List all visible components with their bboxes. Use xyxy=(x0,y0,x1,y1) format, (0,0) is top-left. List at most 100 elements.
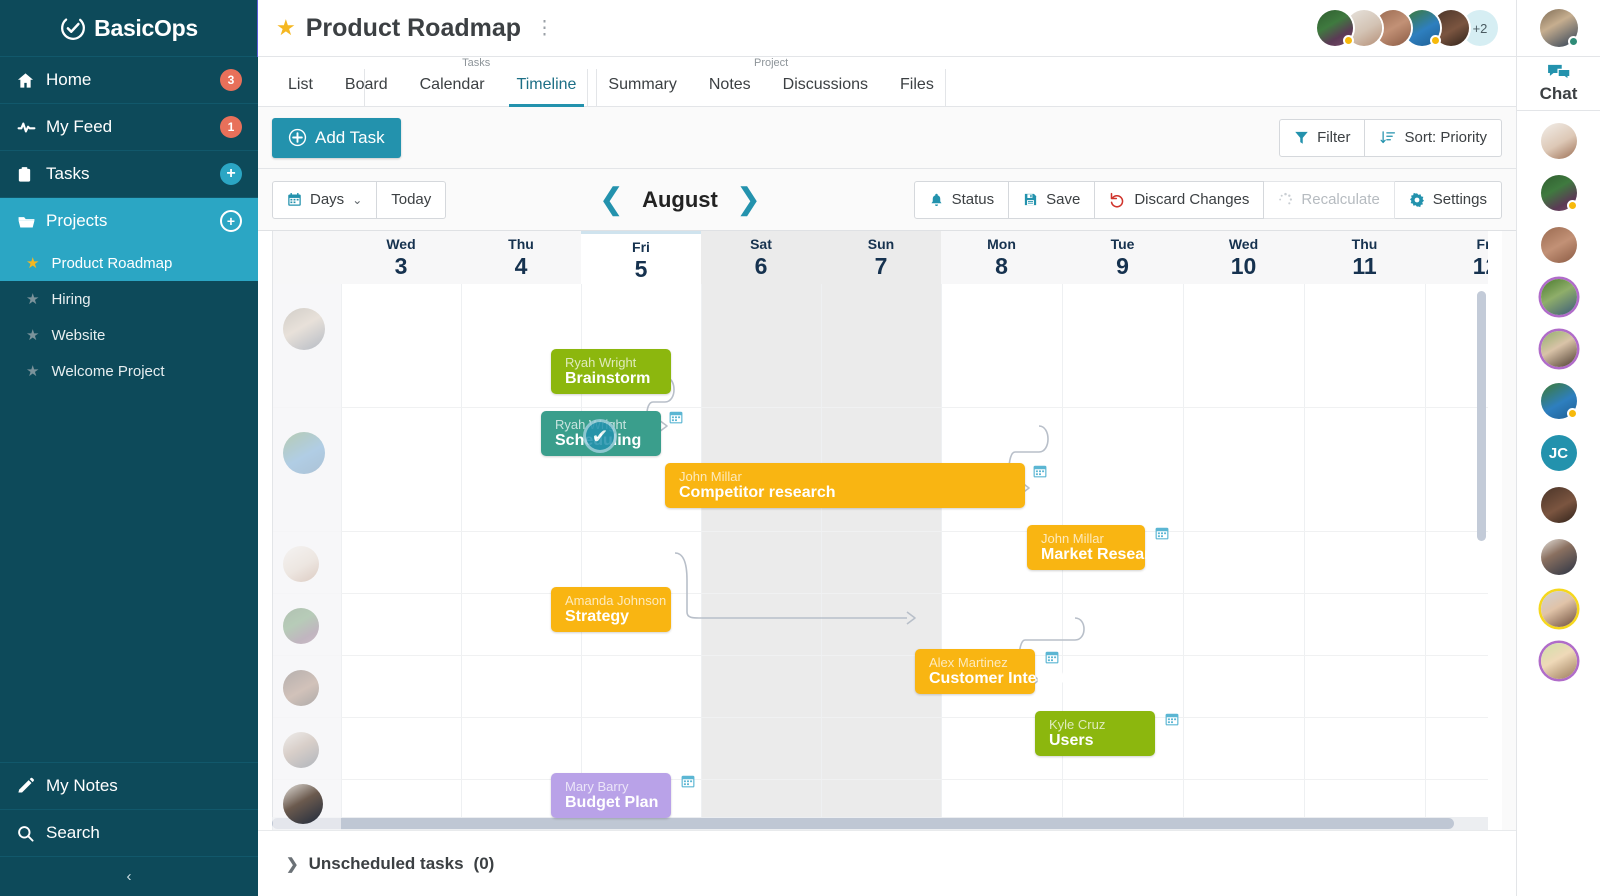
toolbar-right-group: Filter Sort: Priority xyxy=(1279,118,1502,157)
star-outline-icon[interactable]: ★ xyxy=(26,290,39,308)
day-number: 8 xyxy=(995,253,1008,279)
avatar[interactable] xyxy=(1540,643,1577,679)
recalculate-button[interactable]: Recalculate xyxy=(1264,180,1395,219)
date-header-fri-5[interactable]: Fri 5 xyxy=(581,231,701,284)
tab-summary[interactable]: Summary xyxy=(592,64,692,106)
row-avatar[interactable] xyxy=(283,784,323,824)
star-filled-icon[interactable]: ★ xyxy=(276,15,296,41)
sidebar-item-projects[interactable]: Projects + xyxy=(0,198,258,245)
zoom-level-dropdown[interactable]: Days ⌄ xyxy=(272,180,378,219)
calendar-icon[interactable] xyxy=(669,410,683,424)
sort-label: Sort: Priority xyxy=(1404,129,1487,146)
sidebar-item-my-feed[interactable]: My Feed 1 xyxy=(0,104,258,151)
recalculate-label: Recalculate xyxy=(1301,191,1380,208)
sidebar-item-label: Projects xyxy=(46,211,108,230)
sidebar-item-website[interactable]: ★ Website xyxy=(0,317,258,353)
filter-button[interactable]: Filter xyxy=(1279,118,1366,157)
date-header-wed-3[interactable]: Wed 3 xyxy=(341,231,461,284)
sidebar-item-product-roadmap[interactable]: ★ Product Roadmap xyxy=(0,245,258,281)
avatar[interactable] xyxy=(1540,539,1577,575)
sidebar-item-hiring[interactable]: ★ Hiring xyxy=(0,281,258,317)
today-button[interactable]: Today xyxy=(377,180,447,219)
day-of-week: Thu xyxy=(508,236,534,252)
sidebar-item-welcome-project[interactable]: ★ Welcome Project xyxy=(0,353,258,389)
task-title: Market Research xyxy=(1041,546,1170,563)
gantt-vertical-scrollbar[interactable] xyxy=(1477,291,1486,541)
status-dot xyxy=(1567,36,1579,47)
tab-calendar[interactable]: Calendar xyxy=(404,64,501,106)
avatar[interactable] xyxy=(1540,123,1577,159)
task-bar-strategy[interactable]: Amanda Johnson Strategy xyxy=(551,587,671,632)
save-button[interactable]: Save xyxy=(1009,180,1096,219)
unscheduled-tasks-section[interactable]: ❯ Unscheduled tasks (0) xyxy=(258,830,1516,896)
discard-changes-button[interactable]: Discard Changes xyxy=(1095,180,1265,219)
date-header-tue-9[interactable]: Tue 9 xyxy=(1062,231,1183,284)
task-bar-competitor-research[interactable]: John Millar Competitor research xyxy=(665,463,1025,508)
prev-month-button[interactable]: ❮ xyxy=(599,184,624,215)
avatar-initials[interactable]: JC xyxy=(1540,435,1577,471)
zoom-level-label: Days xyxy=(310,191,345,208)
avatar[interactable] xyxy=(1540,383,1578,419)
star-filled-icon[interactable]: ★ xyxy=(26,254,39,272)
tab-notes[interactable]: Notes xyxy=(693,64,767,106)
date-header-mon-8[interactable]: Mon 8 xyxy=(941,231,1062,284)
add-project-button[interactable]: + xyxy=(220,210,242,232)
settings-button[interactable]: Settings xyxy=(1394,180,1502,219)
brand-logo-area[interactable]: BasicOps xyxy=(0,0,258,57)
main-area: ★ Product Roadmap ⋮ +2 Tasks List Board … xyxy=(258,0,1516,896)
avatar[interactable] xyxy=(1540,591,1577,627)
chat-bubbles-icon xyxy=(1547,64,1571,81)
right-rail: Chat JC xyxy=(1516,0,1600,896)
date-header-wed-10[interactable]: Wed 10 xyxy=(1183,231,1304,284)
date-header-thu-4[interactable]: Thu 4 xyxy=(461,231,581,284)
next-month-button[interactable]: ❯ xyxy=(736,184,761,215)
sort-button[interactable]: Sort: Priority xyxy=(1365,118,1502,157)
avatar[interactable] xyxy=(1539,9,1579,47)
task-bar-brainstorm[interactable]: Ryah Wright Brainstorm xyxy=(551,349,671,394)
task-bar-users[interactable]: Kyle Cruz Users xyxy=(1035,711,1155,756)
chevron-right-icon[interactable]: ❯ xyxy=(286,855,299,873)
tab-timeline[interactable]: Timeline xyxy=(501,64,593,107)
task-bar-budget-plan[interactable]: Mary Barry Budget Plan xyxy=(551,773,671,818)
task-bar-customer-interaction[interactable]: Alex Martinez Customer Interaction xyxy=(915,649,1090,694)
tab-discussions[interactable]: Discussions xyxy=(767,64,884,106)
add-task-button[interactable]: + xyxy=(220,163,242,185)
timeline-viewport: Wed 3 Thu 4 Fri 5 Sat 6 Sun 7 Mon 8 Tue … xyxy=(258,231,1502,830)
task-bar-market-research[interactable]: John Millar Market Research xyxy=(1027,525,1170,570)
date-header-thu-11[interactable]: Thu 11 xyxy=(1304,231,1425,284)
status-button[interactable]: Status xyxy=(913,180,1010,219)
avatar[interactable] xyxy=(1540,331,1577,367)
sidebar-item-search[interactable]: Search xyxy=(0,809,258,856)
sidebar-item-my-notes[interactable]: My Notes xyxy=(0,762,258,809)
avatar[interactable] xyxy=(1317,10,1354,46)
calendar-icon[interactable] xyxy=(681,774,695,788)
gantt-chart[interactable]: Wed 3 Thu 4 Fri 5 Sat 6 Sun 7 Mon 8 Tue … xyxy=(272,231,1488,830)
current-user-area[interactable] xyxy=(1517,0,1600,57)
calendar-icon[interactable] xyxy=(1045,650,1059,664)
avatar[interactable] xyxy=(1540,227,1577,263)
date-header-sun-7[interactable]: Sun 7 xyxy=(821,231,941,284)
today-label: Today xyxy=(391,191,432,208)
task-complete-check-icon[interactable]: ✔ xyxy=(583,419,617,453)
tab-list[interactable]: List xyxy=(272,64,329,106)
star-outline-icon[interactable]: ★ xyxy=(26,326,39,344)
sidebar-collapse-button[interactable]: ‹ xyxy=(0,856,258,896)
avatar[interactable] xyxy=(1540,175,1578,211)
avatar[interactable] xyxy=(1540,487,1577,523)
add-task-button[interactable]: Add Task xyxy=(272,117,401,158)
date-header-fri-12[interactable]: Fri 12 xyxy=(1425,231,1488,284)
member-avatar-stack[interactable]: +2 xyxy=(1317,10,1498,46)
calendar-icon[interactable] xyxy=(1033,464,1047,478)
sidebar-item-home[interactable]: Home 3 xyxy=(0,57,258,104)
sidebar-item-tasks[interactable]: Tasks + xyxy=(0,151,258,198)
date-header-sat-6[interactable]: Sat 6 xyxy=(701,231,821,284)
star-outline-icon[interactable]: ★ xyxy=(26,362,39,380)
avatar[interactable] xyxy=(1540,279,1577,315)
calendar-icon[interactable] xyxy=(1155,526,1169,540)
tab-files[interactable]: Files xyxy=(884,64,950,106)
tab-board[interactable]: Board xyxy=(329,64,404,106)
calendar-icon[interactable] xyxy=(1165,712,1179,726)
chat-button[interactable]: Chat xyxy=(1517,57,1600,111)
kebab-menu-icon[interactable]: ⋮ xyxy=(535,19,554,38)
toolbar-primary: Add Task Filter Sort: Priority xyxy=(258,107,1516,169)
